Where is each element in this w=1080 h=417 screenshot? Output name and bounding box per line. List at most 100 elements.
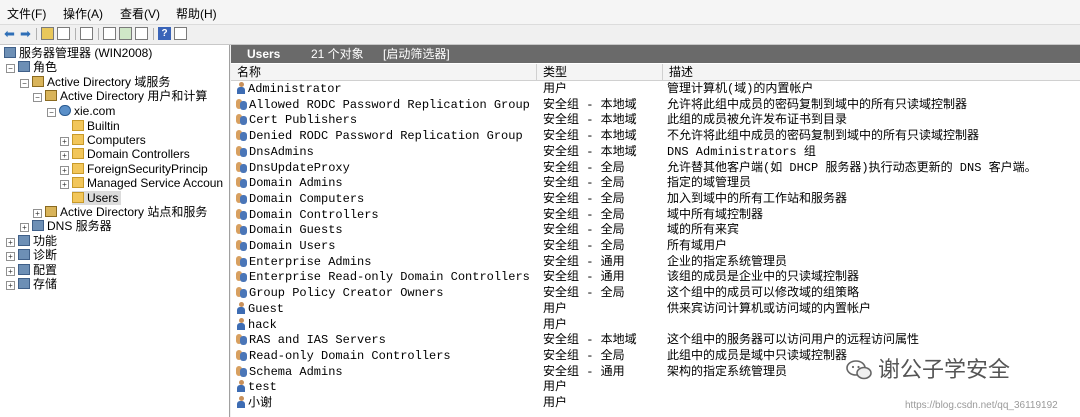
- expand-icon[interactable]: +: [6, 238, 15, 247]
- tree-node-managed-service-accounts[interactable]: Managed Service Accoun: [72, 176, 223, 190]
- refresh-icon[interactable]: [119, 27, 132, 40]
- menu-view[interactable]: 查看(V): [120, 5, 160, 22]
- collapse-icon[interactable]: −: [20, 79, 29, 88]
- object-count: 21 个对象: [311, 47, 364, 61]
- tree-label: Active Directory 站点和服务: [60, 205, 208, 219]
- group-icon: [236, 365, 247, 377]
- tree-node-ad-ds[interactable]: Active Directory 域服务: [32, 75, 170, 89]
- domain-icon: [59, 105, 71, 116]
- menu-action[interactable]: 操作(A): [63, 5, 103, 22]
- expand-icon[interactable]: +: [6, 252, 15, 261]
- object-name: Enterprise Admins: [249, 254, 372, 269]
- collapse-icon[interactable]: −: [33, 93, 42, 102]
- description-cell: 管理计算机(域)的内置帐户: [667, 82, 814, 96]
- back-arrow-icon[interactable]: ⬅: [3, 27, 16, 40]
- help-icon[interactable]: ?: [158, 27, 171, 40]
- list-item[interactable]: Administrator 用户 管理计算机(域)的内置帐户: [231, 82, 1080, 97]
- type-cell: 安全组 - 本地域: [543, 129, 637, 144]
- group-icon: [236, 270, 247, 283]
- menu-help[interactable]: 帮助(H): [176, 5, 217, 22]
- list-item[interactable]: DnsUpdateProxy 安全组 - 全局 允许替其他客户端(如 DHCP 服务…: [231, 161, 1080, 176]
- folder-icon: [72, 163, 84, 174]
- list-item[interactable]: Enterprise Read-only Domain Controllers 安…: [231, 270, 1080, 285]
- console-icon[interactable]: [174, 27, 187, 40]
- name-cell: Domain Admins: [236, 176, 536, 191]
- tree-label: Active Directory 域服务: [47, 75, 171, 89]
- object-name: DnsAdmins: [249, 144, 314, 159]
- tree-node-foreign-security-principals[interactable]: ForeignSecurityPrincip: [72, 162, 208, 176]
- type-cell: 安全组 - 全局: [543, 191, 625, 206]
- tree-node-features[interactable]: 功能: [18, 234, 57, 248]
- results-pane: Users 21 个对象 [启动筛选器] 名称 类型 描述 Administra…: [231, 45, 1080, 417]
- show-tree-icon[interactable]: [57, 27, 70, 40]
- list-item[interactable]: Cert Publishers 安全组 - 本地域 此组的成员被允许发布证书到目录: [231, 113, 1080, 128]
- object-name: Domain Controllers: [249, 207, 379, 222]
- name-cell: Domain Computers: [236, 192, 536, 207]
- up-folder-icon[interactable]: [41, 27, 54, 40]
- menu-file[interactable]: 文件(F): [7, 5, 46, 22]
- tree-node-domain[interactable]: xie.com: [59, 104, 115, 118]
- description-cell: 这个组中的成员可以修改域的组策略: [667, 286, 860, 301]
- list-item[interactable]: DnsAdmins 安全组 - 本地域 DNS Administrators 组: [231, 145, 1080, 160]
- tree-node-builtin[interactable]: Builtin: [72, 119, 120, 133]
- column-header-name[interactable]: 名称: [231, 64, 537, 80]
- group-icon: [236, 333, 247, 346]
- forward-arrow-icon[interactable]: ➡: [19, 27, 32, 40]
- tree-node-ad-users-computers[interactable]: Active Directory 用户和计算: [45, 89, 207, 103]
- tree-node-storage[interactable]: 存储: [18, 277, 57, 291]
- list-item[interactable]: Allowed RODC Password Replication Group 安…: [231, 98, 1080, 113]
- copy-icon[interactable]: [80, 27, 93, 40]
- folder-icon: [72, 120, 84, 131]
- list-item[interactable]: Domain Guests 安全组 - 全局 域的所有来宾: [231, 223, 1080, 238]
- list-item[interactable]: Domain Computers 安全组 - 全局 加入到域中的所有工作站和服务器: [231, 192, 1080, 207]
- list-item[interactable]: Guest 用户 供来宾访问计算机或访问域的内置帐户: [231, 301, 1080, 317]
- tree-node-domain-controllers[interactable]: Domain Controllers: [72, 147, 190, 161]
- expand-icon[interactable]: +: [60, 137, 69, 146]
- group-icon: [236, 113, 247, 126]
- column-header-type[interactable]: 类型: [537, 64, 663, 80]
- list-item[interactable]: RAS and IAS Servers 安全组 - 本地域 这个组中的服务器可以访问…: [231, 333, 1080, 348]
- name-cell: Read-only Domain Controllers: [236, 349, 536, 364]
- name-cell: 小谢: [236, 396, 536, 411]
- properties-icon[interactable]: [103, 27, 116, 40]
- tree-node-users[interactable]: Users: [72, 191, 122, 205]
- object-name: hack: [248, 317, 277, 332]
- dns-icon: [32, 220, 44, 231]
- list-item[interactable]: Enterprise Admins 安全组 - 通用 企业的指定系统管理员: [231, 255, 1080, 270]
- tree-node-root[interactable]: 服务器管理器 (WIN2008): [4, 46, 152, 60]
- object-name: Domain Users: [249, 239, 336, 253]
- tree-node-dns-server[interactable]: DNS 服务器: [32, 219, 112, 233]
- list-item[interactable]: Domain Controllers 安全组 - 全局 域中所有域控制器: [231, 208, 1080, 223]
- description-cell: 该组的成员是企业中的只读域控制器: [667, 270, 860, 285]
- export-list-icon[interactable]: [135, 27, 148, 40]
- column-headers: 名称 类型 描述: [231, 64, 1080, 81]
- expand-icon[interactable]: +: [60, 180, 69, 189]
- list-item[interactable]: hack 用户: [231, 317, 1080, 333]
- expand-icon[interactable]: +: [6, 281, 15, 290]
- filter-link[interactable]: [启动筛选器]: [383, 45, 450, 63]
- collapse-icon[interactable]: −: [47, 108, 56, 117]
- collapse-icon[interactable]: −: [6, 64, 15, 73]
- column-header-description[interactable]: 描述: [663, 64, 1080, 80]
- expand-icon[interactable]: +: [60, 151, 69, 160]
- list-item[interactable]: Group Policy Creator Owners 安全组 - 全局 这个组中的…: [231, 286, 1080, 301]
- tree-node-computers[interactable]: Computers: [72, 133, 146, 147]
- name-cell: DnsAdmins: [236, 145, 536, 160]
- list-item[interactable]: Domain Users 安全组 - 全局 所有域用户: [231, 239, 1080, 254]
- tree-node-roles[interactable]: 角色: [18, 60, 57, 74]
- expand-icon[interactable]: +: [20, 223, 29, 232]
- description-cell: 这个组中的服务器可以访问用户的远程访问属性: [667, 333, 920, 348]
- expand-icon[interactable]: +: [33, 209, 42, 218]
- expand-icon[interactable]: +: [6, 267, 15, 276]
- description-cell: 不允许将此组中成员的密码复制到域中的所有只读域控制器: [667, 129, 980, 144]
- object-name: Read-only Domain Controllers: [249, 348, 451, 363]
- type-cell: 安全组 - 全局: [543, 239, 625, 253]
- expand-icon[interactable]: +: [60, 166, 69, 175]
- tree-node-diagnostics[interactable]: 诊断: [18, 248, 57, 262]
- name-cell: test: [236, 380, 536, 395]
- list-item[interactable]: Denied RODC Password Replication Group 安全…: [231, 129, 1080, 144]
- tree-node-configuration[interactable]: 配置: [18, 263, 57, 277]
- tree-node-ad-sites-services[interactable]: Active Directory 站点和服务: [45, 205, 207, 219]
- list-item[interactable]: Domain Admins 安全组 - 全局 指定的域管理员: [231, 176, 1080, 191]
- name-cell: RAS and IAS Servers: [236, 333, 536, 348]
